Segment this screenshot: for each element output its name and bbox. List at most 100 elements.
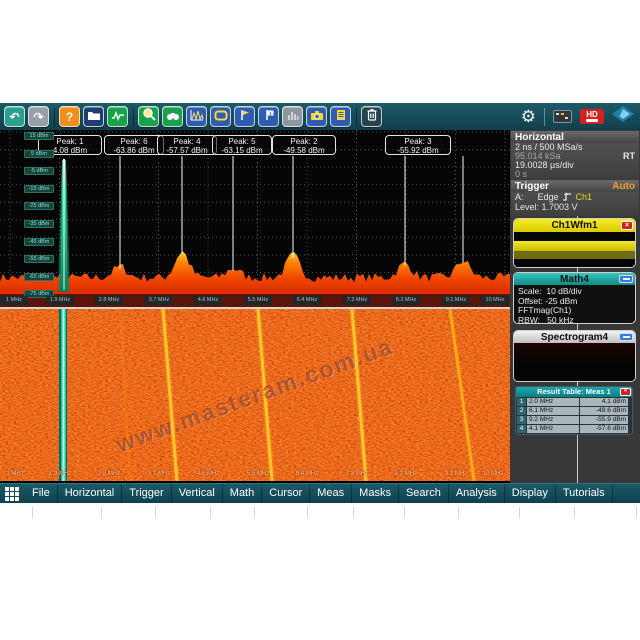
spectrogram-x-label: 8.2 MHz bbox=[391, 470, 421, 478]
spectrogram4-minimize-button[interactable] bbox=[619, 333, 633, 341]
menu-item-analysis[interactable]: Analysis bbox=[449, 484, 505, 503]
result-frequency: 4.1 MHz bbox=[527, 425, 579, 433]
spectrogram-x-label: 1 MHz bbox=[0, 470, 30, 478]
x-axis-label: 1 MHz bbox=[0, 296, 28, 305]
spectrogram4-dialog[interactable]: Spectrogram4 bbox=[513, 330, 636, 382]
fft-setup-button[interactable] bbox=[186, 106, 207, 127]
fft-icon bbox=[190, 108, 204, 126]
ch1wfm1-thumbnail bbox=[514, 232, 635, 268]
result-row: 3 9.2 MHz -55.9 dBm bbox=[517, 416, 631, 424]
y-axis-label: 5 dBm bbox=[24, 150, 54, 158]
result-frequency: 6.1 MHz bbox=[527, 407, 579, 415]
menu-item-file[interactable]: File bbox=[25, 484, 58, 503]
ch1wfm1-title: Ch1Wfm1 bbox=[551, 220, 597, 231]
horizontal-panel[interactable]: Horizontal 2 ns / 500 MSa/s 95.014 kSaRT… bbox=[511, 131, 639, 179]
peak-value: -63.86 dBm bbox=[105, 146, 163, 155]
menu-item-horizontal[interactable]: Horizontal bbox=[58, 484, 123, 503]
spectrogram-x-label: 5.5 MHz bbox=[243, 470, 273, 478]
toolbar-separator bbox=[356, 108, 357, 126]
display-setup-button[interactable] bbox=[210, 106, 231, 127]
menu-item-cursor[interactable]: Cursor bbox=[262, 484, 310, 503]
page: ↶ ↷ ? 1 ⚙ HD bbox=[0, 0, 640, 640]
hd-label: HD bbox=[586, 111, 598, 118]
ch1wfm1-close-button[interactable]: × bbox=[621, 221, 633, 230]
peak-label: Peak: 4 bbox=[158, 137, 216, 146]
peak-label: Peak: 5 bbox=[213, 137, 271, 146]
search-button[interactable] bbox=[162, 106, 183, 127]
x-axis-label: 1.9 MHz bbox=[46, 296, 74, 305]
waveform-display[interactable]: Peak: 14.08 dBm Peak: 6-63.86 dBm Peak: … bbox=[0, 130, 510, 483]
horizontal-position: 0 s bbox=[515, 170, 527, 179]
y-axis-label: -15 dBm bbox=[24, 185, 54, 193]
oscilloscope-screen: ↶ ↷ ? 1 ⚙ HD bbox=[0, 103, 640, 503]
redo-button[interactable]: ↷ bbox=[28, 106, 49, 127]
math4-header[interactable]: Math4 bbox=[514, 273, 635, 285]
y-axis-label: -55 dBm bbox=[24, 255, 54, 263]
toolbar: ↶ ↷ ? 1 ⚙ HD bbox=[0, 103, 640, 130]
reflection-fade bbox=[0, 503, 640, 559]
ch1wfm1-header[interactable]: Ch1Wfm1 × bbox=[514, 219, 635, 232]
result-row: 4 4.1 MHz -57.6 dBm bbox=[517, 425, 631, 433]
cursor-button[interactable]: 1 bbox=[258, 106, 279, 127]
spectrum-plot[interactable] bbox=[0, 130, 510, 307]
trigger-source-label: A: bbox=[515, 193, 524, 202]
menu-item-trigger[interactable]: Trigger bbox=[122, 484, 171, 503]
result-index: 4 bbox=[517, 425, 526, 433]
folder-icon bbox=[87, 108, 101, 126]
peak-value: -57.57 dBm bbox=[158, 146, 216, 155]
help-button[interactable]: ? bbox=[59, 106, 80, 127]
apps-grid-icon[interactable] bbox=[5, 487, 19, 501]
result-index: 2 bbox=[517, 407, 526, 415]
trigger-mode: Auto bbox=[612, 181, 635, 192]
delete-button[interactable] bbox=[361, 106, 382, 127]
save-waveform-button[interactable] bbox=[107, 106, 128, 127]
math4-scale: Scale: 10 dB/div bbox=[514, 285, 635, 297]
spectrogram-x-label: 4.6 MHz bbox=[193, 470, 223, 478]
hd-mode-button[interactable]: HD bbox=[580, 109, 604, 124]
menu-item-masks[interactable]: Masks bbox=[352, 484, 399, 503]
flag-icon bbox=[239, 108, 251, 126]
menu-item-search[interactable]: Search bbox=[399, 484, 449, 503]
menu-item-vertical[interactable]: Vertical bbox=[172, 484, 223, 503]
spectrogram4-header[interactable]: Spectrogram4 bbox=[514, 331, 635, 343]
result-level: 4.1 dBm bbox=[580, 398, 628, 406]
keyboard-icon[interactable] bbox=[553, 110, 572, 123]
result-table-dialog[interactable]: Result Table: Meas 1 × 1 2.0 MHz 4.1 dBm… bbox=[515, 386, 633, 435]
menu-item-tutorials[interactable]: Tutorials bbox=[556, 484, 613, 503]
result-table-header[interactable]: Result Table: Meas 1 × bbox=[516, 387, 632, 397]
x-axis-label: 5.5 MHz bbox=[244, 296, 272, 305]
zoom-button[interactable] bbox=[138, 106, 159, 127]
result-table-close-button[interactable]: × bbox=[620, 388, 631, 396]
waveform-icon bbox=[111, 108, 125, 126]
toolbar-separator bbox=[133, 108, 134, 126]
document-icon bbox=[335, 108, 347, 126]
cursor-icon: 1 bbox=[263, 108, 275, 126]
menu-item-math[interactable]: Math bbox=[223, 484, 262, 503]
x-axis-label: 3.7 MHz bbox=[145, 296, 173, 305]
menu-item-meas[interactable]: Meas bbox=[310, 484, 352, 503]
ch1wfm1-dialog[interactable]: Ch1Wfm1 × bbox=[513, 218, 636, 268]
open-file-button[interactable] bbox=[83, 106, 104, 127]
x-axis-label: 4.6 MHz bbox=[194, 296, 222, 305]
camera-icon bbox=[310, 108, 324, 126]
trigger-panel[interactable]: TriggerAuto A: Edge Ch1 Level: 1.7003 V bbox=[511, 180, 639, 216]
undo-button[interactable]: ↶ bbox=[4, 106, 25, 127]
x-axis-label: 10 MHz bbox=[481, 296, 509, 305]
math4-dialog[interactable]: Math4 Scale: 10 dB/div Offset: -25 dBm F… bbox=[513, 272, 636, 324]
math4-minimize-button[interactable] bbox=[619, 275, 633, 283]
screenshot-button[interactable] bbox=[306, 106, 327, 127]
rohde-schwarz-logo bbox=[612, 106, 634, 127]
settings-gear-icon[interactable]: ⚙ bbox=[521, 108, 536, 125]
spectrogram4-thumbnail bbox=[514, 343, 635, 381]
peak-badge-4: Peak: 4-57.57 dBm bbox=[157, 135, 217, 155]
y-axis-label: -5 dBm bbox=[24, 167, 54, 175]
trigger-title: Trigger bbox=[515, 181, 549, 192]
annotate-button[interactable] bbox=[234, 106, 255, 127]
spectrogram-x-label: 10 MHz bbox=[478, 470, 508, 478]
y-axis-label: 15 dBm bbox=[24, 132, 54, 140]
spectrogram-x-label: 3.7 MHz bbox=[144, 470, 174, 478]
menu-item-display[interactable]: Display bbox=[505, 484, 556, 503]
report-button[interactable] bbox=[330, 106, 351, 127]
result-level: -57.6 dBm bbox=[580, 425, 628, 433]
result-row: 1 2.0 MHz 4.1 dBm bbox=[517, 398, 631, 406]
